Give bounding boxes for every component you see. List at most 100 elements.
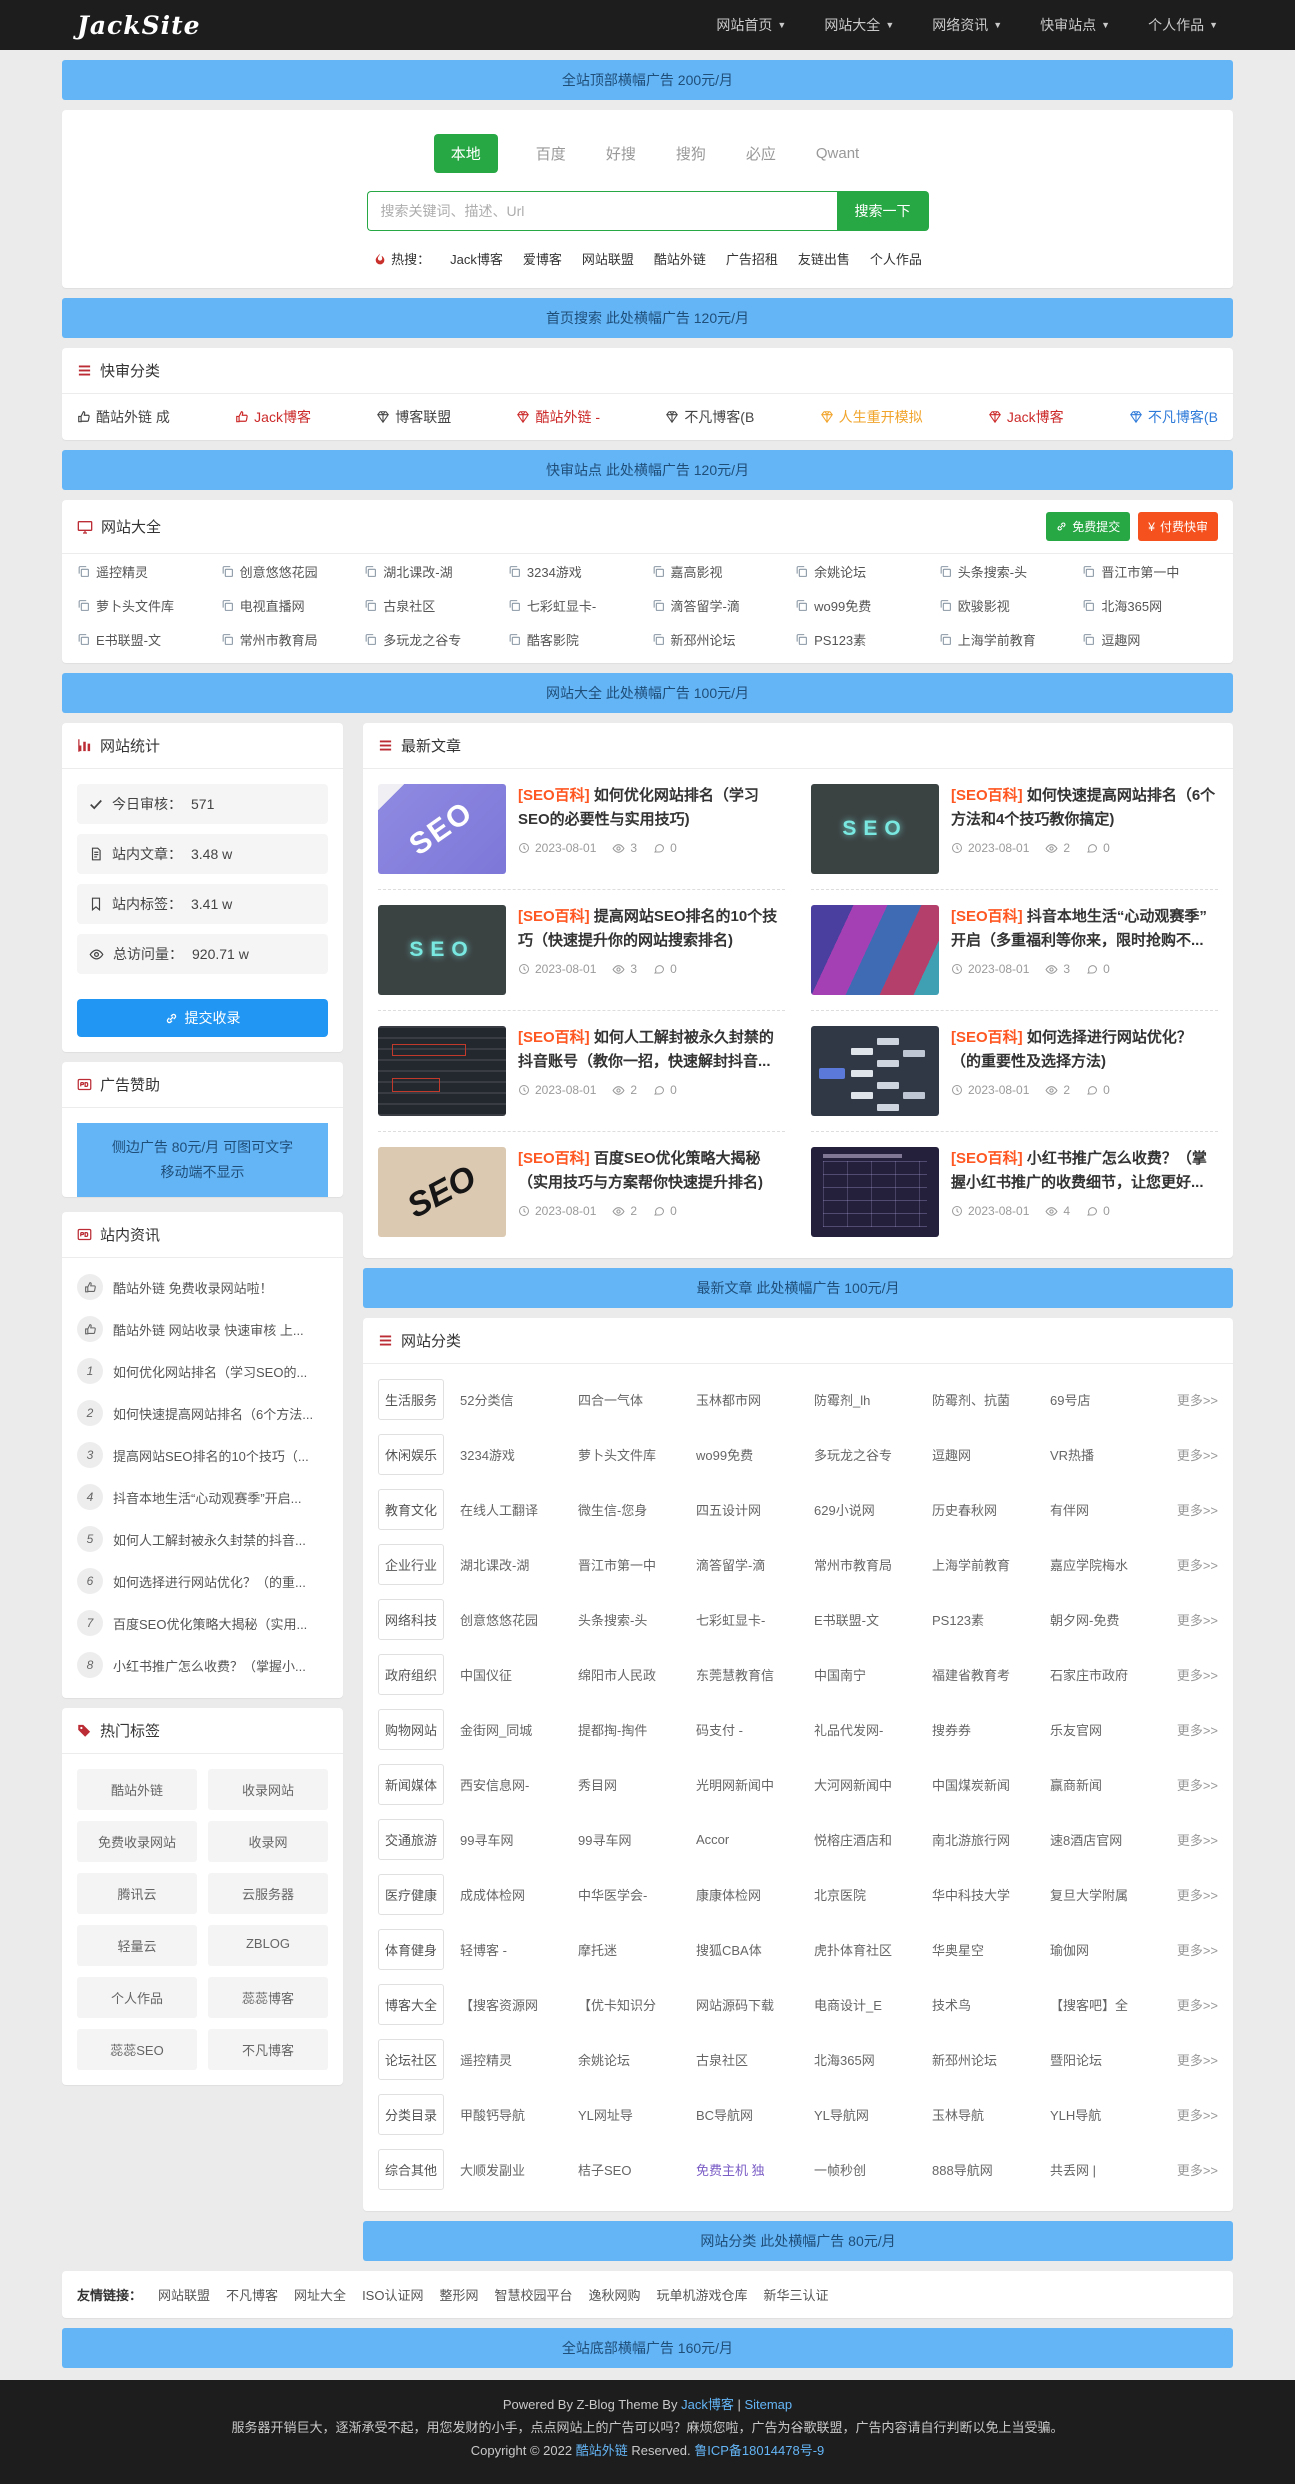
category-badge[interactable]: 购物网站	[378, 1709, 444, 1750]
fast-review-site-link[interactable]: 博客联盟	[376, 407, 451, 427]
category-site-link[interactable]: 瑜伽网	[1050, 1940, 1168, 1959]
hot-tag[interactable]: 腾讯云	[77, 1873, 197, 1914]
category-site-link[interactable]: 搜狐CBA体	[696, 1940, 814, 1959]
category-badge[interactable]: 新闻媒体	[378, 1764, 444, 1805]
hot-search-link[interactable]: 爱博客	[523, 249, 562, 268]
category-site-link[interactable]: 华奥星空	[932, 1940, 1050, 1959]
category-site-link[interactable]: 四合一气体	[578, 1390, 696, 1409]
site-link[interactable]: 3234游戏	[508, 562, 644, 581]
category-badge[interactable]: 体育健身	[378, 1929, 444, 1970]
sitemap-link[interactable]: Sitemap	[744, 2397, 792, 2412]
article-card[interactable]: [SEO百科] 如何人工解封被永久封禁的抖音账号（教你一招，快速解封抖音... …	[378, 1011, 785, 1132]
search-engine-tab[interactable]: 百度	[534, 135, 568, 172]
site-link[interactable]: 酷客影院	[508, 630, 644, 649]
ad-banner-site-all[interactable]: 网站大全 此处横幅广告 100元/月	[62, 673, 1233, 713]
article-card[interactable]: SEO [SEO百科] 提高网站SEO排名的10个技巧（快速提升你的网站搜索排名…	[378, 890, 785, 1011]
hot-tag[interactable]: ZBLOG	[208, 1925, 328, 1966]
news-list-item[interactable]: 1 如何优化网站排名（学习SEO的...	[77, 1350, 328, 1392]
hot-search-link[interactable]: 网站联盟	[582, 249, 634, 268]
hot-tag[interactable]: 蕊蕊SEO	[77, 2029, 197, 2070]
category-site-link[interactable]: Accor	[696, 1832, 814, 1847]
site-link[interactable]: 创意悠悠花园	[221, 562, 357, 581]
category-more-link[interactable]: 更多>>	[1168, 1830, 1218, 1849]
category-more-link[interactable]: 更多>>	[1168, 1390, 1218, 1409]
category-site-link[interactable]: 搜券券	[932, 1720, 1050, 1739]
category-site-link[interactable]: 中国南宁	[814, 1665, 932, 1684]
category-site-link[interactable]: 秀目网	[578, 1775, 696, 1794]
icp-link[interactable]: 鲁ICP备18014478号-9	[694, 2443, 824, 2458]
category-site-link[interactable]: 乐友官网	[1050, 1720, 1168, 1739]
site-link[interactable]: 滴答留学-滴	[652, 596, 788, 615]
category-site-link[interactable]: 中国煤炭新闻	[932, 1775, 1050, 1794]
category-site-link[interactable]: 赢商新闻	[1050, 1775, 1168, 1794]
category-more-link[interactable]: 更多>>	[1168, 1775, 1218, 1794]
category-site-link[interactable]: 一帧秒创	[814, 2160, 932, 2179]
category-site-link[interactable]: 南北游旅行网	[932, 1830, 1050, 1849]
category-badge[interactable]: 休闲娱乐	[378, 1434, 444, 1475]
category-site-link[interactable]: 光明网新闻中	[696, 1775, 814, 1794]
news-list-item[interactable]: 酷站外链 网站收录 快速审核 上...	[77, 1308, 328, 1350]
category-site-link[interactable]: 免费主机 独	[696, 2160, 814, 2179]
site-link[interactable]: 余姚论坛	[795, 562, 931, 581]
ad-banner-top[interactable]: 全站顶部横幅广告 200元/月	[62, 60, 1233, 100]
news-list-item[interactable]: 8 小红书推广怎么收费？（掌握小...	[77, 1644, 328, 1686]
nav-menu-item[interactable]: 网络资讯▼	[932, 15, 1002, 35]
hot-search-link[interactable]: 酷站外链	[654, 249, 706, 268]
category-site-link[interactable]: 成成体检网	[460, 1885, 578, 1904]
category-site-link[interactable]: 上海学前教育	[932, 1555, 1050, 1574]
category-site-link[interactable]: 大河网新闻中	[814, 1775, 932, 1794]
site-link[interactable]: 新邳州论坛	[652, 630, 788, 649]
category-site-link[interactable]: 888导航网	[932, 2160, 1050, 2179]
news-list-item[interactable]: 7 百度SEO优化策略大揭秘（实用...	[77, 1602, 328, 1644]
category-badge[interactable]: 分类目录	[378, 2094, 444, 2135]
ad-banner-categories[interactable]: 网站分类 此处横幅广告 80元/月	[363, 2221, 1233, 2261]
category-more-link[interactable]: 更多>>	[1168, 1665, 1218, 1684]
category-site-link[interactable]: 玉林导航	[932, 2105, 1050, 2124]
friend-link[interactable]: 网站联盟	[158, 2285, 210, 2304]
fast-review-site-link[interactable]: Jack博客	[988, 407, 1064, 427]
category-site-link[interactable]: 绵阳市人民政	[578, 1665, 696, 1684]
friend-link[interactable]: 网址大全	[294, 2285, 346, 2304]
category-site-link[interactable]: 有伴网	[1050, 1500, 1168, 1519]
category-site-link[interactable]: 礼品代发网-	[814, 1720, 932, 1739]
nav-menu-item[interactable]: 快审站点▼	[1040, 15, 1110, 35]
category-site-link[interactable]: 69号店	[1050, 1390, 1168, 1409]
news-list-item[interactable]: 酷站外链 免费收录网站啦！	[77, 1266, 328, 1308]
search-button[interactable]: 搜索一下	[837, 191, 929, 231]
hot-tag[interactable]: 云服务器	[208, 1873, 328, 1914]
search-engine-tab[interactable]: Qwant	[814, 137, 861, 170]
ad-banner-articles[interactable]: 最新文章 此处横幅广告 100元/月	[363, 1268, 1233, 1308]
category-site-link[interactable]: 防霉剂、抗菌	[932, 1390, 1050, 1409]
category-site-link[interactable]: 华中科技大学	[932, 1885, 1050, 1904]
news-list-item[interactable]: 2 如何快速提高网站排名（6个方法...	[77, 1392, 328, 1434]
category-site-link[interactable]: 【搜客吧】全	[1050, 1995, 1168, 2014]
friend-link[interactable]: 逸秋网购	[589, 2285, 641, 2304]
site-link[interactable]: 湖北课改-湖	[364, 562, 500, 581]
fast-review-site-link[interactable]: 不凡博客(B	[665, 407, 754, 427]
category-badge[interactable]: 教育文化	[378, 1489, 444, 1530]
friend-link[interactable]: 智慧校园平台	[494, 2285, 572, 2304]
hot-tag[interactable]: 酷站外链	[77, 1769, 197, 1810]
category-site-link[interactable]: 历史春秋网	[932, 1500, 1050, 1519]
category-site-link[interactable]: 西安信息网-	[460, 1775, 578, 1794]
site-link[interactable]: PS123素	[795, 630, 931, 649]
category-site-link[interactable]: 中国仪征	[460, 1665, 578, 1684]
hot-tag[interactable]: 收录网站	[208, 1769, 328, 1810]
category-badge[interactable]: 论坛社区	[378, 2039, 444, 2080]
category-site-link[interactable]: YL网址导	[578, 2105, 696, 2124]
fast-review-site-link[interactable]: 酷站外链 成	[77, 407, 170, 427]
category-site-link[interactable]: 北京医院	[814, 1885, 932, 1904]
hot-tag[interactable]: 轻量云	[77, 1925, 197, 1966]
category-site-link[interactable]: 四五设计网	[696, 1500, 814, 1519]
category-site-link[interactable]: 网站源码下载	[696, 1995, 814, 2014]
category-site-link[interactable]: 七彩虹显卡-	[696, 1610, 814, 1629]
footer-site-link[interactable]: 酷站外链	[576, 2443, 628, 2458]
category-site-link[interactable]: 东莞慧教育信	[696, 1665, 814, 1684]
site-link[interactable]: E书联盟-文	[77, 630, 213, 649]
category-site-link[interactable]: 防霉剂_lh	[814, 1390, 932, 1409]
site-link[interactable]: 晋江市第一中	[1082, 562, 1218, 581]
news-list-item[interactable]: 6 如何选择进行网站优化？（的重...	[77, 1560, 328, 1602]
site-link[interactable]: 遥控精灵	[77, 562, 213, 581]
hot-tag[interactable]: 免费收录网站	[77, 1821, 197, 1862]
paid-review-button[interactable]: ¥付费快审	[1138, 512, 1218, 541]
